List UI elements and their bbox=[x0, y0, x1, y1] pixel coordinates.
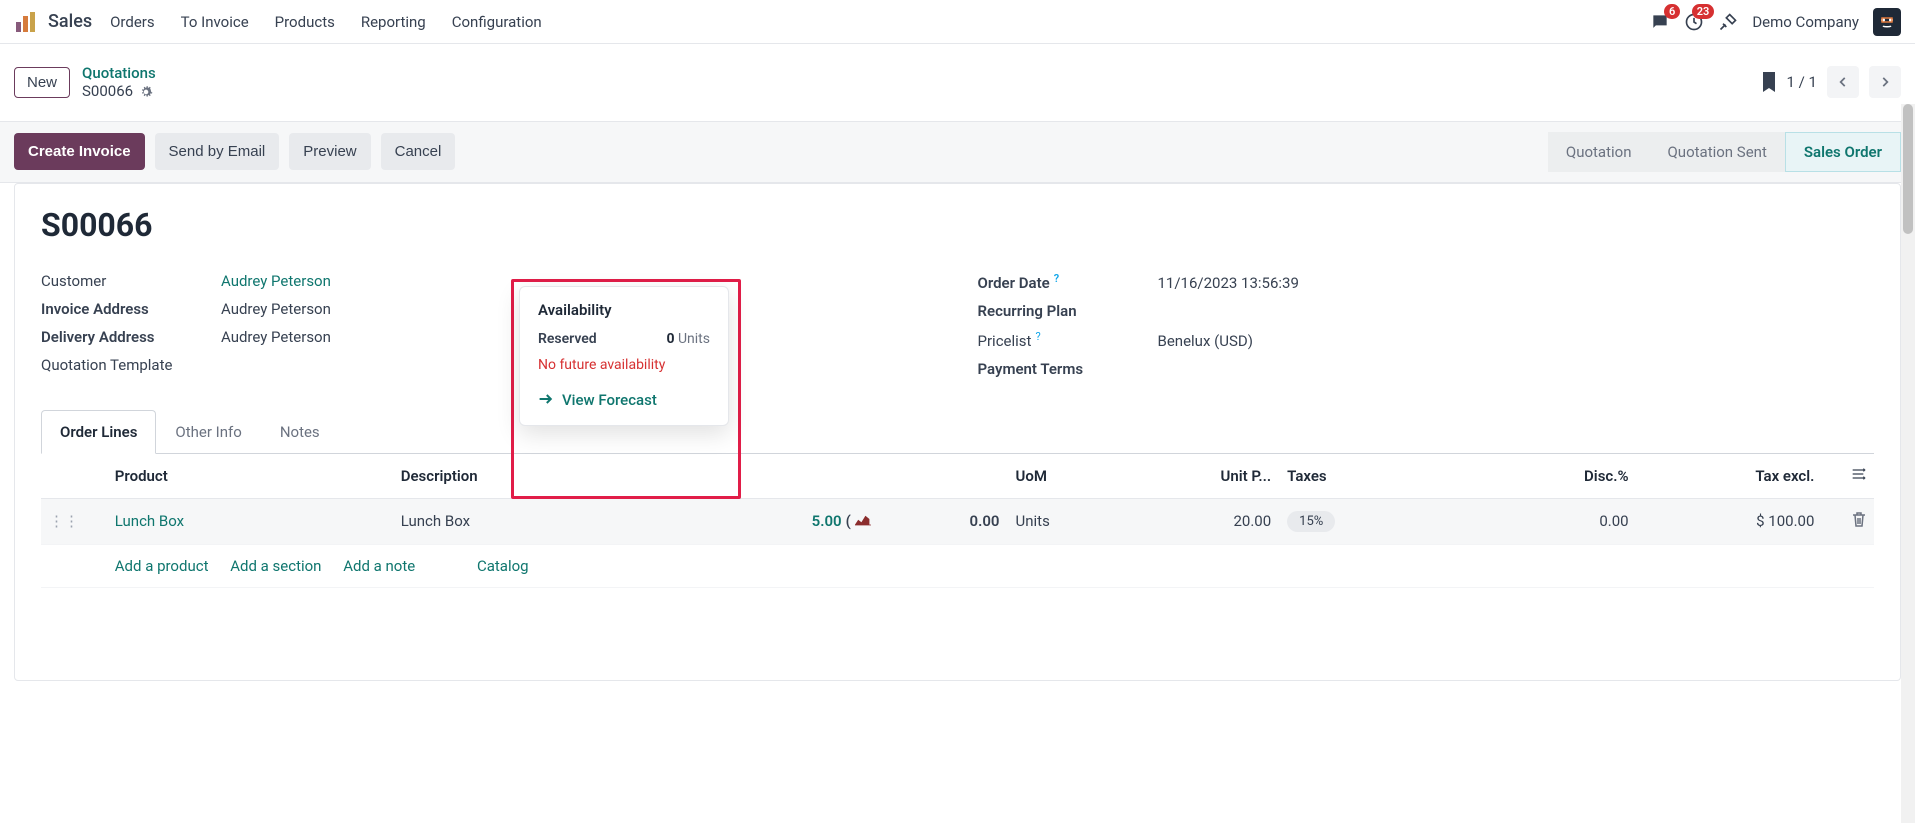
view-forecast-link[interactable]: View Forecast bbox=[538, 391, 657, 409]
status-quotation-sent[interactable]: Quotation Sent bbox=[1649, 132, 1784, 172]
pager-next-button[interactable] bbox=[1869, 66, 1901, 98]
activity-badge: 23 bbox=[1692, 4, 1715, 19]
menu-reporting[interactable]: Reporting bbox=[361, 13, 426, 31]
add-note-link[interactable]: Add a note bbox=[343, 557, 415, 575]
value-pricelist[interactable]: Benelux (USD) bbox=[1158, 332, 1253, 350]
help-icon[interactable]: ? bbox=[1054, 272, 1059, 285]
label-customer: Customer bbox=[41, 272, 221, 290]
cell-uom[interactable]: Units bbox=[1008, 498, 1137, 544]
cell-product[interactable]: Lunch Box bbox=[115, 512, 184, 530]
new-button[interactable]: New bbox=[14, 67, 70, 98]
user-avatar[interactable] bbox=[1873, 8, 1901, 36]
cell-tax-excl[interactable]: $ 100.00 bbox=[1637, 498, 1823, 544]
cancel-button[interactable]: Cancel bbox=[381, 133, 456, 170]
arrow-right-icon bbox=[538, 391, 554, 409]
vertical-scrollbar[interactable] bbox=[1901, 104, 1915, 823]
company-switcher[interactable]: Demo Company bbox=[1752, 13, 1859, 31]
value-invoice-address[interactable]: Audrey Peterson bbox=[221, 300, 331, 318]
label-payment-terms: Payment Terms bbox=[978, 360, 1158, 378]
preview-button[interactable]: Preview bbox=[289, 133, 370, 170]
th-unit-price[interactable]: Unit P... bbox=[1136, 454, 1279, 499]
cell-unit-price[interactable]: 20.00 bbox=[1136, 498, 1279, 544]
breadcrumb-current: S00066 bbox=[82, 82, 133, 100]
label-quotation-template: Quotation Template bbox=[41, 356, 221, 374]
label-delivery-address: Delivery Address bbox=[41, 328, 221, 346]
menu-configuration[interactable]: Configuration bbox=[452, 13, 542, 31]
gear-icon[interactable] bbox=[139, 82, 153, 100]
th-uom[interactable]: UoM bbox=[1008, 454, 1137, 499]
tab-notes[interactable]: Notes bbox=[261, 410, 339, 453]
menu-to-invoice[interactable]: To Invoice bbox=[181, 13, 249, 31]
tab-other-info[interactable]: Other Info bbox=[156, 410, 260, 453]
forecast-chart-icon[interactable] bbox=[855, 512, 871, 530]
value-delivery-address[interactable]: Audrey Peterson bbox=[221, 328, 331, 346]
app-logo-icon[interactable] bbox=[14, 10, 38, 34]
order-line-row[interactable]: ⋮⋮ Lunch Box Lunch Box 5.00 ( 0.00 Un bbox=[41, 498, 1874, 544]
app-name[interactable]: Sales bbox=[48, 11, 92, 32]
chat-badge: 6 bbox=[1664, 4, 1680, 19]
th-optional-columns[interactable] bbox=[1822, 454, 1874, 499]
menu-orders[interactable]: Orders bbox=[110, 13, 155, 31]
activity-clock-icon[interactable]: 23 bbox=[1684, 12, 1704, 32]
status-bar: Quotation Quotation Sent Sales Order bbox=[1548, 132, 1901, 172]
label-pricelist: Pricelist? bbox=[978, 330, 1158, 350]
menu-products[interactable]: Products bbox=[275, 13, 335, 31]
add-section-link[interactable]: Add a section bbox=[230, 557, 321, 575]
th-tax-excl[interactable]: Tax excl. bbox=[1637, 454, 1823, 499]
document-title: S00066 bbox=[41, 206, 1874, 244]
label-invoice-address: Invoice Address bbox=[41, 300, 221, 318]
help-icon[interactable]: ? bbox=[1035, 330, 1040, 343]
cell-delivered[interactable]: 0.00 bbox=[879, 498, 1008, 544]
add-product-link[interactable]: Add a product bbox=[115, 557, 209, 575]
popover-title: Availability bbox=[538, 301, 710, 319]
send-by-email-button[interactable]: Send by Email bbox=[155, 133, 280, 170]
create-invoice-button[interactable]: Create Invoice bbox=[14, 133, 145, 170]
cell-quantity[interactable]: 5.00 ( bbox=[812, 512, 871, 530]
th-description[interactable]: Description bbox=[393, 454, 708, 499]
th-product[interactable]: Product bbox=[107, 454, 393, 499]
status-quotation[interactable]: Quotation bbox=[1548, 132, 1650, 172]
reserved-qty: 0 bbox=[666, 331, 674, 347]
label-order-date: Order Date? bbox=[978, 272, 1158, 292]
th-taxes[interactable]: Taxes bbox=[1279, 454, 1451, 499]
value-customer[interactable]: Audrey Peterson bbox=[221, 272, 331, 290]
drag-handle-icon[interactable]: ⋮⋮ bbox=[49, 512, 79, 530]
bookmark-icon[interactable] bbox=[1761, 72, 1777, 92]
cell-tax[interactable]: 15% bbox=[1287, 511, 1335, 532]
label-recurring-plan: Recurring Plan bbox=[978, 302, 1158, 320]
cell-disc[interactable]: 0.00 bbox=[1451, 498, 1637, 544]
chat-icon[interactable]: 6 bbox=[1650, 12, 1670, 32]
th-disc[interactable]: Disc.% bbox=[1451, 454, 1637, 499]
tab-order-lines[interactable]: Order Lines bbox=[41, 410, 156, 454]
catalog-link[interactable]: Catalog bbox=[477, 557, 529, 575]
reserved-unit: Units bbox=[678, 331, 710, 347]
availability-warning: No future availability bbox=[538, 357, 710, 373]
pager-prev-button[interactable] bbox=[1827, 66, 1859, 98]
breadcrumb-quotations[interactable]: Quotations bbox=[82, 64, 156, 82]
tools-icon[interactable] bbox=[1718, 12, 1738, 32]
pager-text[interactable]: 1 / 1 bbox=[1787, 73, 1818, 91]
cell-description[interactable]: Lunch Box bbox=[393, 498, 708, 544]
delete-row-icon[interactable] bbox=[1852, 513, 1866, 531]
availability-popover: Availability Reserved 0 Units No future … bbox=[519, 286, 729, 426]
reserved-label: Reserved bbox=[538, 331, 597, 347]
status-sales-order[interactable]: Sales Order bbox=[1785, 132, 1901, 172]
value-order-date[interactable]: 11/16/2023 13:56:39 bbox=[1158, 274, 1299, 292]
